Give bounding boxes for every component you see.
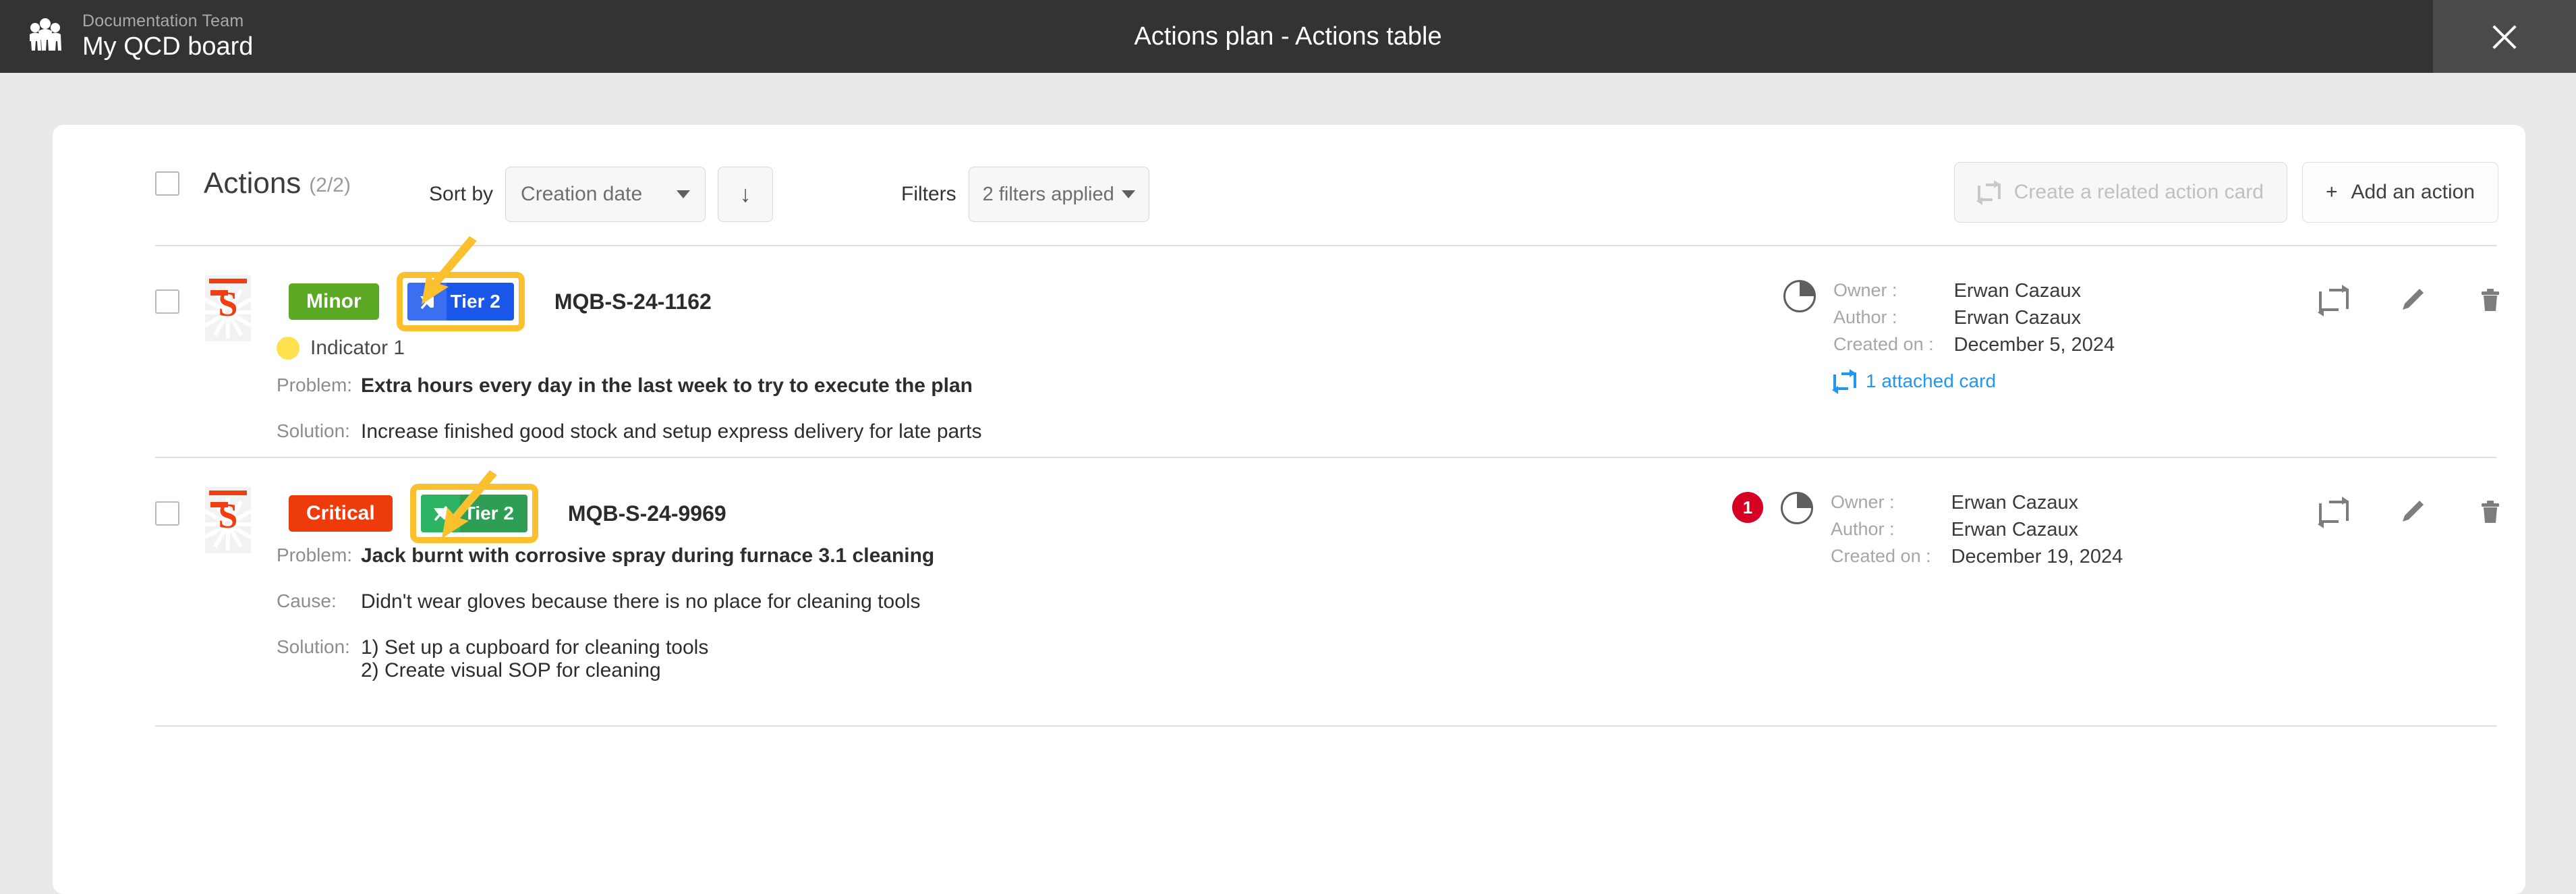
field-label: Problem: [277,374,353,395]
created-on-label: Created on : [1831,546,1931,566]
filters-select[interactable]: 2 filters applied [968,167,1149,222]
close-button[interactable] [2433,0,2576,73]
row-checkbox[interactable] [155,289,179,314]
table-row: S Minor Tier 2 MQB-S-24-1162 Indicator 1… [53,245,2525,457]
owner-label: Owner : [1833,280,1897,300]
indicator-color-dot [277,337,299,360]
tier-label: Tier 2 [463,503,514,524]
row-actions [2318,285,2505,316]
field-problem: Problem: Jack burnt with corrosive spray… [277,544,934,567]
field-value: Jack burnt with corrosive spray during f… [361,544,935,567]
author-label: Author : [1833,307,1897,327]
trash-icon[interactable] [2475,497,2505,527]
chevron-down-icon [677,190,691,198]
actions-card: Actions (2/2) Sort by Creation date ↓ Fi… [53,125,2525,894]
severity-badge[interactable]: Critical [289,495,393,532]
row-checkbox[interactable] [155,501,179,526]
team-group-icon [23,14,67,59]
actions-count: (2/2) [309,174,351,196]
tier-flag-icon [407,283,447,320]
edit-pencil-icon[interactable] [2397,285,2427,315]
actions-toolbar: Actions (2/2) Sort by Creation date ↓ Fi… [53,125,2525,246]
created-on-value: December 19, 2024 [1951,546,2123,567]
filters-label: Filters [901,183,956,205]
safety-letter: S [218,497,238,536]
notification-count-badge[interactable]: 1 [1732,492,1763,523]
action-reference: MQB-S-24-9969 [567,501,726,526]
row-actions [2318,497,2505,528]
linked-card-icon [1976,180,2001,205]
row-meta: Owner : Erwan Cazaux Author : Erwan Caza… [1783,280,2115,394]
create-related-action-card-button[interactable]: Create a related action card [1953,162,2287,223]
sort-by-label: Sort by [429,183,494,205]
plus-icon: + [2325,181,2338,203]
action-reference: MQB-S-24-1162 [554,289,712,314]
field-cause: Cause: Didn't wear gloves because there … [277,590,921,613]
progress-pie-icon [1783,280,1816,312]
safety-s-icon: S [205,487,251,553]
close-icon [2489,21,2520,52]
indicator-tag[interactable]: Indicator 1 [277,337,405,360]
field-label: Solution: [277,420,350,441]
brand-block: Documentation Team My QCD board [0,11,254,61]
tier-label: Tier 2 [450,291,500,312]
attached-card-link[interactable]: 1 attached card [1832,369,2115,394]
field-label: Cause: [277,590,337,611]
chevron-down-icon [1121,190,1135,198]
author-label: Author : [1831,519,1895,539]
author-value: Erwan Cazaux [1951,519,2079,540]
sort-by-value: Creation date [521,183,643,205]
add-action-button[interactable]: + Add an action [2301,162,2498,223]
owner-label: Owner : [1831,492,1895,512]
safety-s-icon: S [205,275,251,341]
field-value: Increase finished good stock and setup e… [361,420,982,443]
trash-icon[interactable] [2475,285,2505,315]
tier-badge[interactable]: Tier 2 [420,495,527,532]
filters-value: 2 filters applied [982,183,1114,205]
progress-pie-icon [1781,492,1813,524]
owner-value: Erwan Cazaux [1953,280,2082,302]
table-row: S Critical Tier 2 MQB-S-24-9969 Problem:… [53,457,2525,725]
field-value: Didn't wear gloves because there is no p… [361,590,921,613]
owner-value: Erwan Cazaux [1951,492,2079,513]
created-on-label: Created on : [1833,334,1934,354]
safety-letter: S [218,285,238,324]
field-label: Problem: [277,544,353,565]
field-solution: Solution: Increase finished good stock a… [277,420,982,443]
linked-card-icon [1832,369,1856,394]
repeat-icon[interactable] [2318,285,2349,316]
select-all-checkbox[interactable] [155,171,179,196]
repeat-icon[interactable] [2318,497,2349,528]
tier-badge[interactable]: Tier 2 [407,283,514,320]
row-meta: 1 Owner : Erwan Cazaux Author : Erwan Ca… [1732,492,2123,568]
sort-by-select[interactable]: Creation date [505,167,706,222]
author-value: Erwan Cazaux [1953,307,2082,329]
field-solution: Solution: 1) Set up a cupboard for clean… [277,636,708,682]
field-label: Solution: [277,636,350,657]
severity-badge[interactable]: Minor [289,283,379,320]
sort-direction-button[interactable]: ↓ [718,167,774,222]
field-problem: Problem: Extra hours every day in the la… [277,374,973,397]
edit-pencil-icon[interactable] [2397,497,2427,527]
field-value: Extra hours every day in the last week t… [361,374,973,397]
attached-card-label: 1 attached card [1866,370,1997,391]
board-title: My QCD board [82,32,254,61]
arrow-down-icon: ↓ [739,181,751,207]
page-title: Actions [204,167,302,200]
row-separator [155,725,2496,727]
add-action-label: Add an action [2351,181,2475,203]
team-label: Documentation Team [82,11,244,30]
tier-flag-icon [420,495,460,532]
create-related-action-card-label: Create a related action card [2013,181,2264,203]
field-value: 1) Set up a cupboard for cleaning tools … [361,636,709,681]
indicator-label: Indicator 1 [310,337,405,359]
top-bar: Documentation Team My QCD board [0,0,2576,73]
created-on-value: December 5, 2024 [1953,334,2115,356]
